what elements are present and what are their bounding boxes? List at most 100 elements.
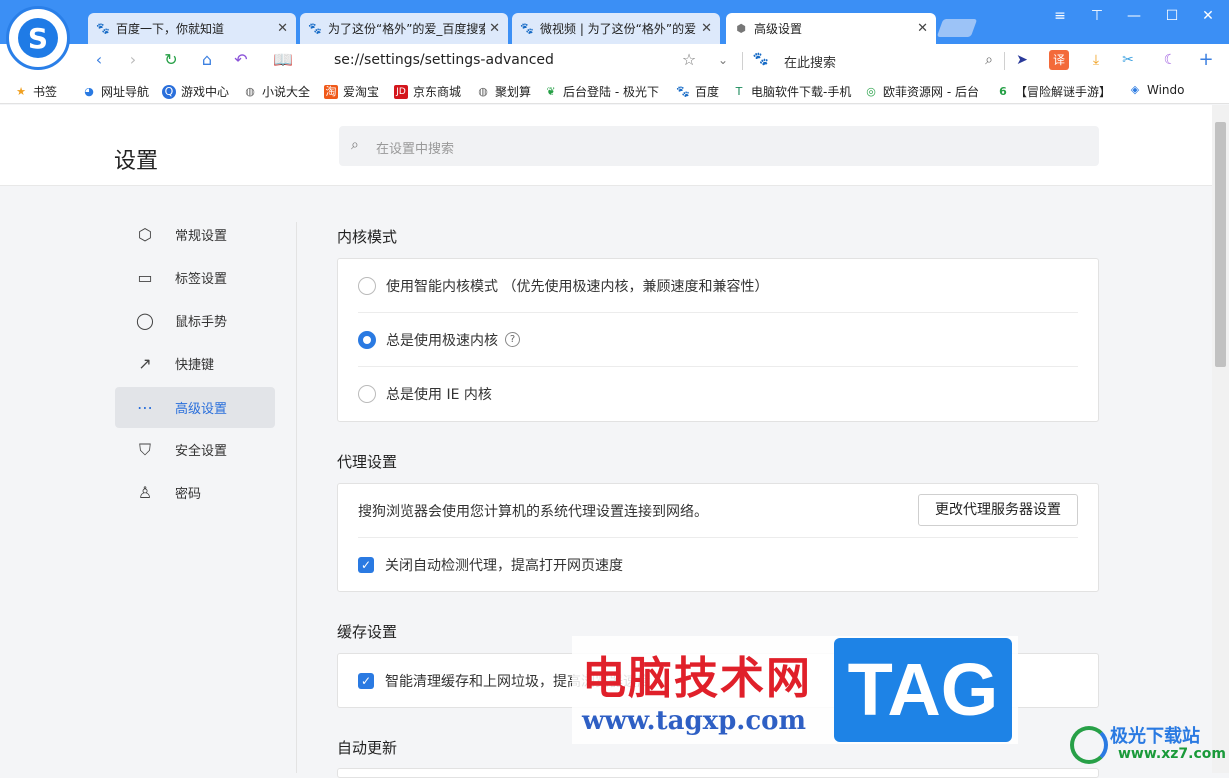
taobao-icon: 淘 — [324, 84, 338, 99]
watermark: 电脑技术网 www.tagxp.com TAG — [572, 636, 1018, 744]
watermark-tag-logo: TAG — [834, 638, 1012, 742]
gear-icon: ⬢ — [736, 21, 746, 35]
bookmark-item[interactable]: 🐾 百度 — [676, 83, 719, 100]
scissors-icon[interactable]: ✂ — [1118, 50, 1138, 70]
search-placeholder: 在设置中搜索 — [376, 142, 455, 157]
search-input[interactable]: 在此搜索 — [784, 52, 836, 71]
game-icon: Q — [162, 84, 176, 99]
bookmark-item[interactable]: 6 【冒险解谜手游】 — [996, 83, 1111, 100]
back-icon[interactable]: ‹ — [88, 49, 110, 71]
tab-baidu-home[interactable]: 🐾 百度一下，你就知道 ✕ — [88, 13, 296, 44]
forward-icon[interactable]: › — [122, 49, 144, 71]
baidu-icon: 🐾 — [520, 21, 534, 35]
refresh-icon[interactable]: ↻ — [160, 49, 182, 71]
nav-shortcut[interactable]: ↗ 快捷键 — [115, 343, 275, 384]
bookmark-item[interactable]: Q 游戏中心 — [162, 83, 229, 100]
game6-icon: 6 — [999, 84, 1007, 98]
favorite-star-icon[interactable]: ☆ — [678, 49, 700, 71]
globe-icon: ◍ — [245, 84, 255, 98]
help-icon[interactable]: ? — [505, 332, 520, 347]
leaf-icon: ❦ — [546, 84, 556, 98]
update-card — [337, 768, 1099, 778]
nav-general[interactable]: ⬡ 常规设置 — [115, 214, 275, 255]
new-tab-button[interactable] — [936, 19, 978, 37]
shield-icon: ⛉ — [138, 439, 151, 459]
baidu-icon: 🐾 — [96, 21, 110, 35]
windows-icon: ◈ — [1130, 83, 1140, 96]
bookmark-item[interactable]: ◍ 聚划算 — [476, 83, 531, 100]
settings-search-input[interactable]: ⌕ 在设置中搜索 — [339, 126, 1099, 166]
minimize-icon[interactable]: — — [1124, 8, 1144, 24]
close-window-icon[interactable]: ✕ — [1198, 8, 1218, 24]
checkbox-checked-icon[interactable]: ✓ — [358, 673, 374, 689]
nav-mouse-gesture[interactable]: ◯ 鼠标手势 — [115, 300, 275, 341]
bookmark-item[interactable]: ◕ 网址导航 — [82, 83, 149, 100]
scrollbar[interactable] — [1212, 105, 1229, 773]
maximize-icon[interactable]: ☐ — [1162, 8, 1182, 24]
tab-label: 微视频 | 为了这份“格外”的爱 — [540, 22, 697, 36]
chevron-down-icon[interactable]: ⌄ — [712, 49, 734, 71]
add-icon[interactable]: + — [1196, 50, 1216, 70]
nav-tabs[interactable]: ▭ 标签设置 — [115, 257, 275, 298]
bookmark-item[interactable]: 淘爱淘宝 — [324, 83, 379, 100]
search-engine-icon[interactable]: 🐾 — [750, 49, 772, 71]
gear-outline-icon: ⬡ — [138, 224, 152, 244]
translate-icon[interactable]: 译 — [1049, 50, 1069, 70]
url-field[interactable]: se://settings/settings-advanced — [334, 52, 554, 68]
radio-button[interactable] — [358, 330, 376, 349]
proxy-section-title: 代理设置 — [337, 453, 398, 471]
scrollbar-thumb[interactable] — [1215, 122, 1226, 367]
menu-icon[interactable]: ≡ — [1050, 8, 1070, 24]
skin-icon[interactable]: ⊤ — [1087, 8, 1107, 24]
bookmarks-bar: ★ 书签 ◕ 网址导航 Q 游戏中心 ◍ 小说大全 淘爱淘宝 JD 京东商城 ◍ 聚划算 ❦… — [0, 76, 1229, 104]
bookmark-item[interactable]: ◈ Windo — [1128, 83, 1185, 97]
cache-section-title: 缓存设置 — [337, 623, 398, 641]
tab-label: 百度一下，你就知道 — [116, 22, 225, 36]
tab-label: 高级设置 — [754, 22, 803, 36]
kernel-card: 使用智能内核模式 （优先使用极速内核，兼顾速度和兼容性） 总是使用极速内核 ? … — [337, 258, 1099, 422]
kernel-section-title: 内核模式 — [337, 228, 398, 246]
tab-video[interactable]: 🐾 微视频 | 为了这份“格外”的爱 ✕ — [512, 13, 720, 44]
bookmark-item[interactable]: T 电脑软件下载-手机 — [732, 83, 852, 100]
site-watermark: 极光下载站 www.xz7.com — [1070, 722, 1226, 768]
cursor-icon[interactable]: ➤ — [1012, 50, 1032, 70]
bookmark-item[interactable]: ★ 书签 — [14, 83, 57, 100]
kernel-option-smart[interactable]: 使用智能内核模式 （优先使用极速内核，兼顾速度和兼容性） — [358, 259, 1078, 313]
close-icon[interactable]: ✕ — [489, 21, 500, 36]
page-title: 设置 — [114, 149, 159, 174]
nav-icon: ◕ — [84, 84, 94, 98]
baidu-icon: 🐾 — [676, 84, 690, 98]
address-bar: ‹ › ↻ ⌂ ↶ 📖 se://settings/settings-advan… — [0, 44, 1229, 76]
search-icon[interactable]: ⌕ — [978, 49, 1000, 71]
kernel-option-fast[interactable]: 总是使用极速内核 ? — [358, 313, 1078, 367]
tab-baidu-search[interactable]: 🐾 为了这份“格外”的爱_百度搜索 ✕ — [300, 13, 508, 44]
nav-advanced[interactable]: ⋯ 高级设置 — [115, 387, 275, 428]
tab-label: 为了这份“格外”的爱_百度搜索 — [328, 22, 486, 36]
more-icon: ⋯ — [137, 397, 153, 417]
radio-button[interactable] — [358, 276, 376, 295]
home-icon[interactable]: ⌂ — [196, 49, 218, 71]
search-icon: ⌕ — [351, 137, 359, 153]
settings-header: 设置 ⌕ 在设置中搜索 — [0, 105, 1212, 186]
night-mode-icon[interactable]: ☾ — [1160, 50, 1180, 70]
undo-icon[interactable]: ↶ — [230, 49, 252, 71]
bookmark-item[interactable]: ❦ 后台登陆 - 极光下 — [544, 83, 659, 100]
close-icon[interactable]: ✕ — [277, 21, 288, 36]
close-icon[interactable]: ✕ — [917, 21, 928, 36]
download-icon[interactable]: ⤓ — [1086, 50, 1106, 70]
nav-password[interactable]: ♙ 密码 — [115, 472, 275, 513]
bookmark-item[interactable]: ◍ 小说大全 — [243, 83, 310, 100]
kernel-option-ie[interactable]: 总是使用 IE 内核 — [358, 367, 1078, 421]
radio-button[interactable] — [358, 385, 376, 403]
nav-security[interactable]: ⛉ 安全设置 — [115, 429, 275, 470]
user-icon: ♙ — [137, 482, 153, 502]
checkbox-checked-icon[interactable]: ✓ — [358, 557, 374, 573]
bookmark-item[interactable]: ◎ 欧菲资源网 - 后台 — [864, 83, 979, 100]
change-proxy-button[interactable]: 更改代理服务器设置 — [918, 494, 1078, 526]
reader-icon[interactable]: 📖 — [272, 49, 294, 71]
baidu-icon: 🐾 — [308, 21, 322, 35]
bookmark-item[interactable]: JD 京东商城 — [394, 83, 461, 100]
proxy-checkbox-row[interactable]: ✓ 关闭自动检测代理，提高打开网页速度 — [358, 538, 1078, 592]
tab-advanced-settings[interactable]: ⬢ 高级设置 ✕ — [726, 13, 936, 44]
close-icon[interactable]: ✕ — [701, 21, 712, 36]
